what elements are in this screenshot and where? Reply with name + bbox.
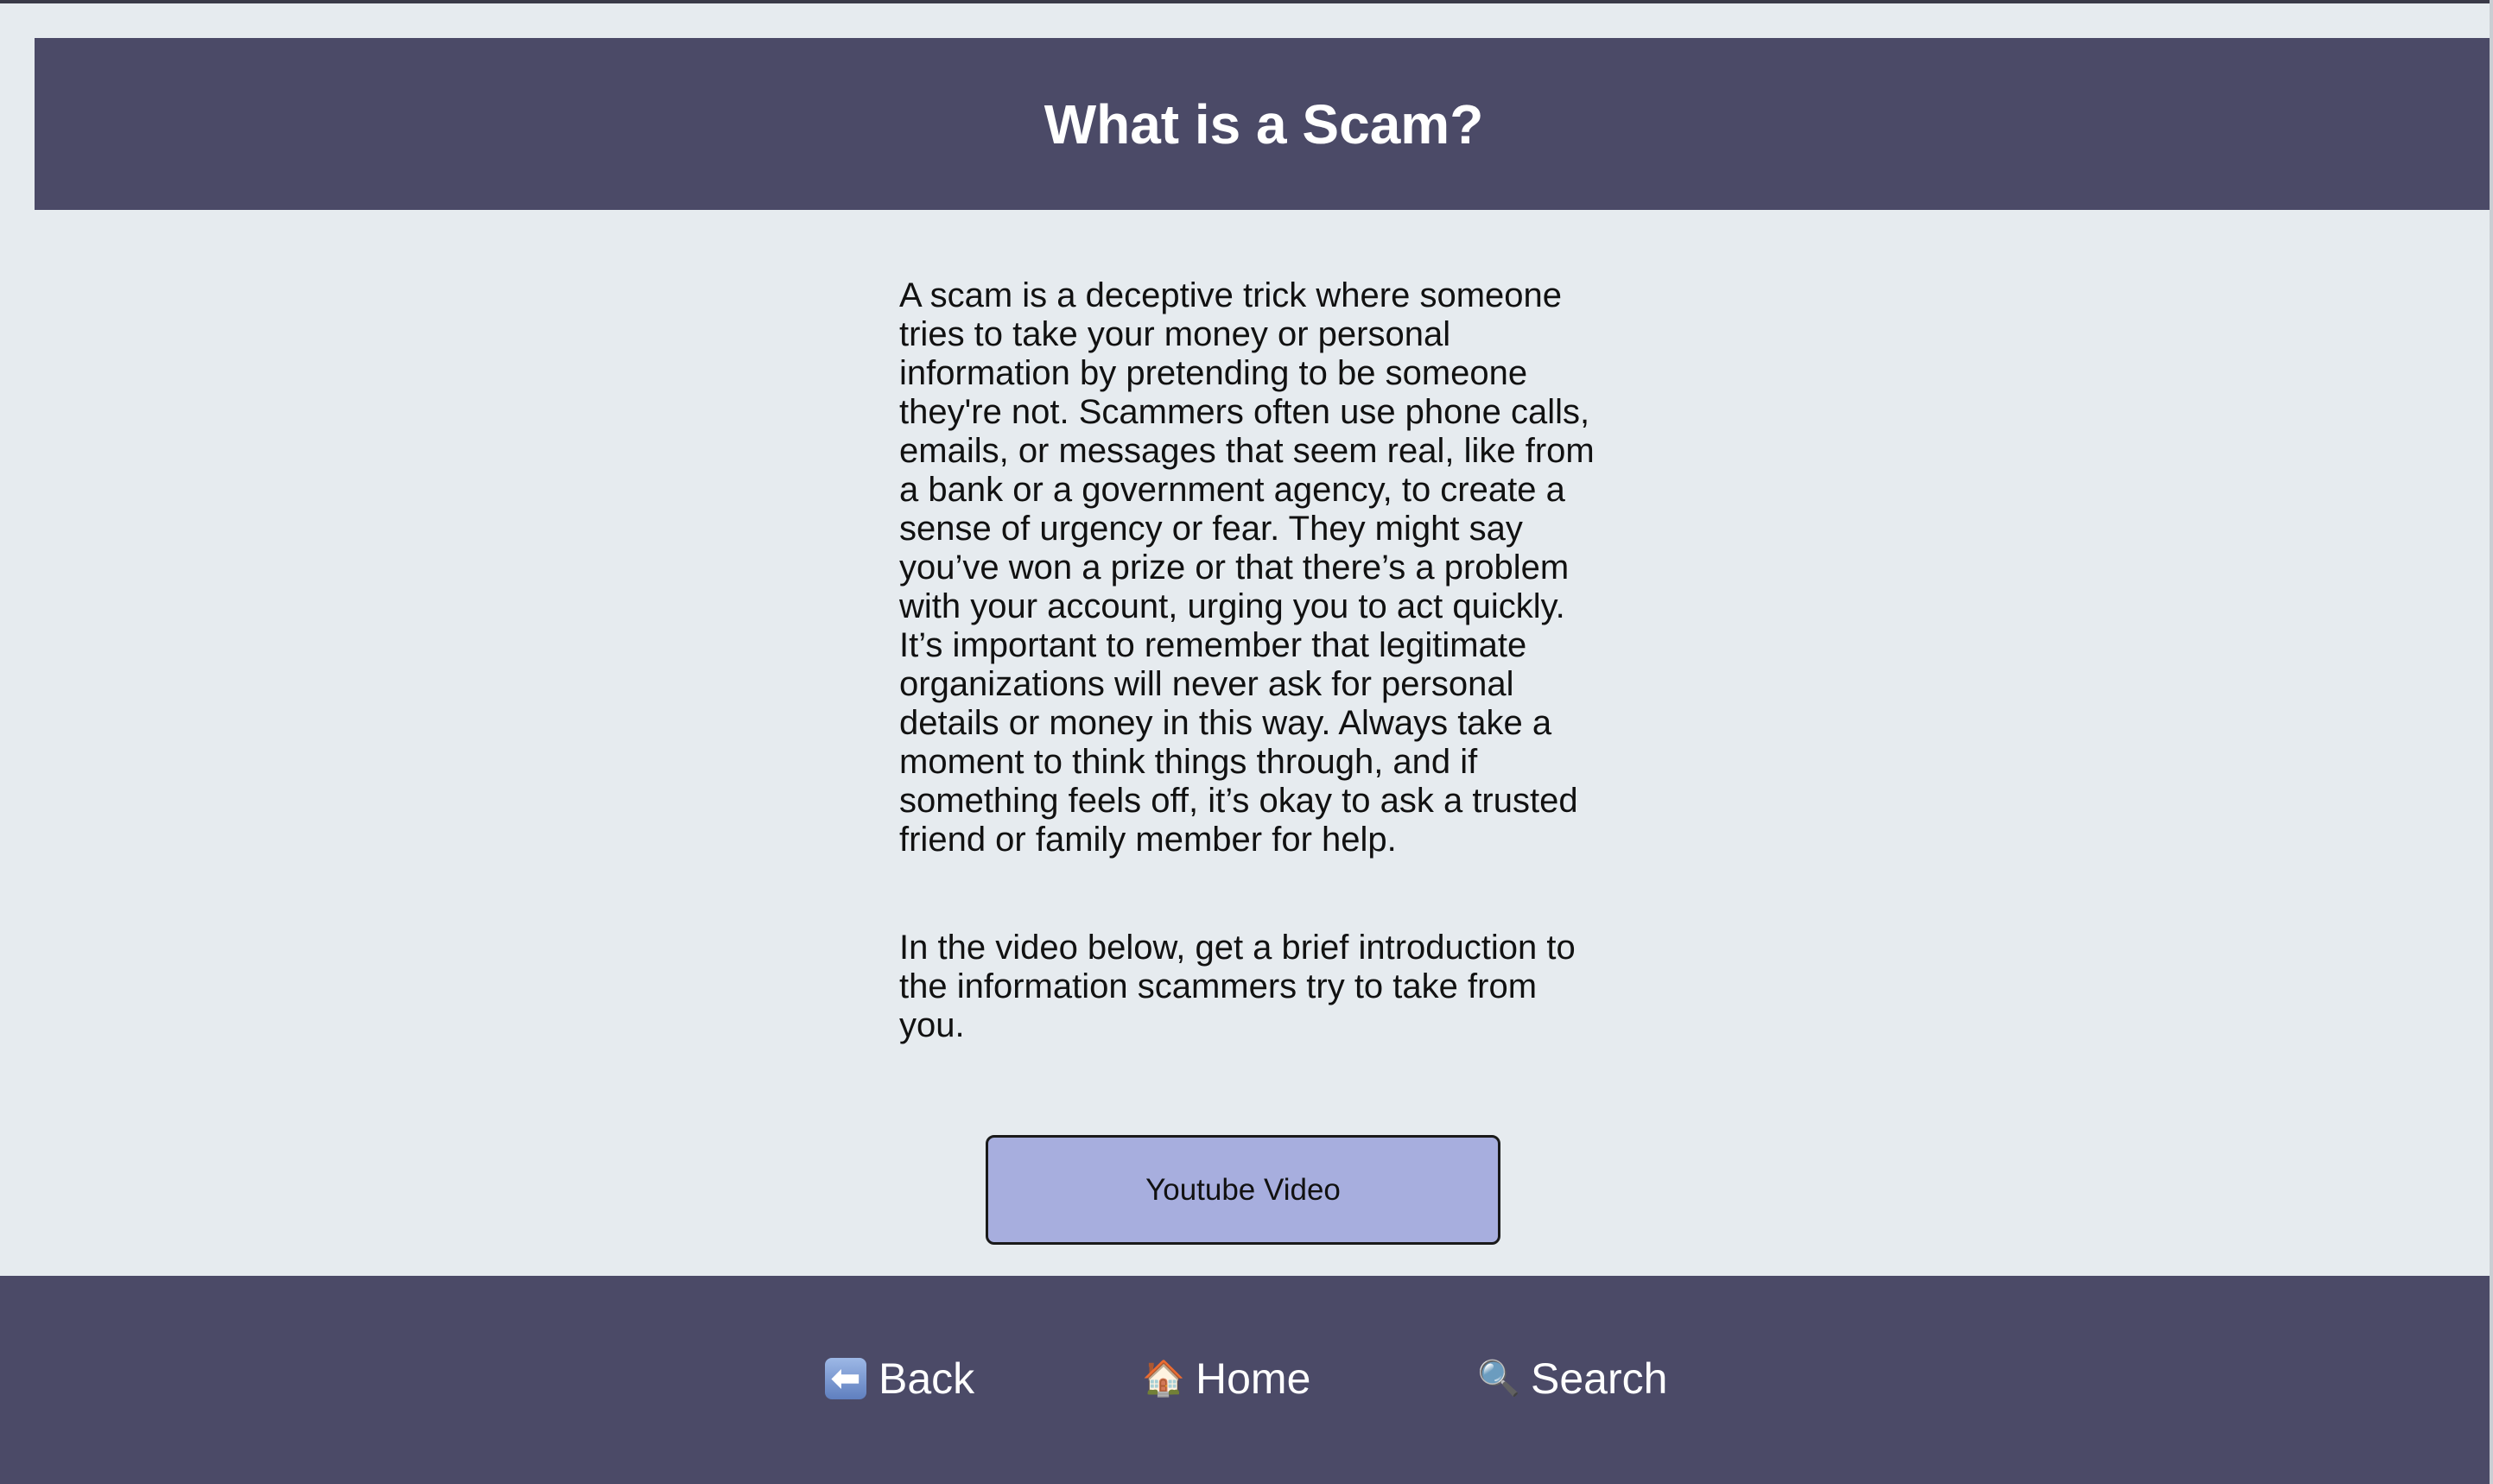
window-right-edge: [2490, 0, 2493, 1484]
main-content: A scam is a deceptive trick where someon…: [899, 276, 1608, 1045]
nav-back-button[interactable]: ⬅ Back: [825, 1354, 974, 1404]
nav-back-label: Back: [879, 1354, 975, 1403]
video-intro-paragraph: In the video below, get a brief introduc…: [899, 929, 1576, 1044]
footer-nav: ⬅ Back 🏠 Home 🔍 Search: [0, 1276, 2493, 1484]
nav-home-label: Home: [1196, 1354, 1311, 1403]
magnifier-icon: 🔍: [1477, 1360, 1520, 1398]
page-header: What is a Scam?: [35, 38, 2493, 210]
back-arrow-icon: ⬅: [825, 1358, 866, 1399]
youtube-video-button[interactable]: Youtube Video: [986, 1135, 1500, 1245]
page-title: What is a Scam?: [1044, 92, 1484, 155]
scam-description-paragraph: A scam is a deceptive trick where someon…: [899, 276, 1595, 859]
house-icon: 🏠: [1142, 1360, 1185, 1398]
nav-search-button[interactable]: 🔍 Search: [1477, 1354, 1667, 1404]
window-top-edge: [0, 0, 2493, 3]
nav-search-label: Search: [1531, 1354, 1668, 1403]
nav-home-button[interactable]: 🏠 Home: [1142, 1354, 1310, 1404]
